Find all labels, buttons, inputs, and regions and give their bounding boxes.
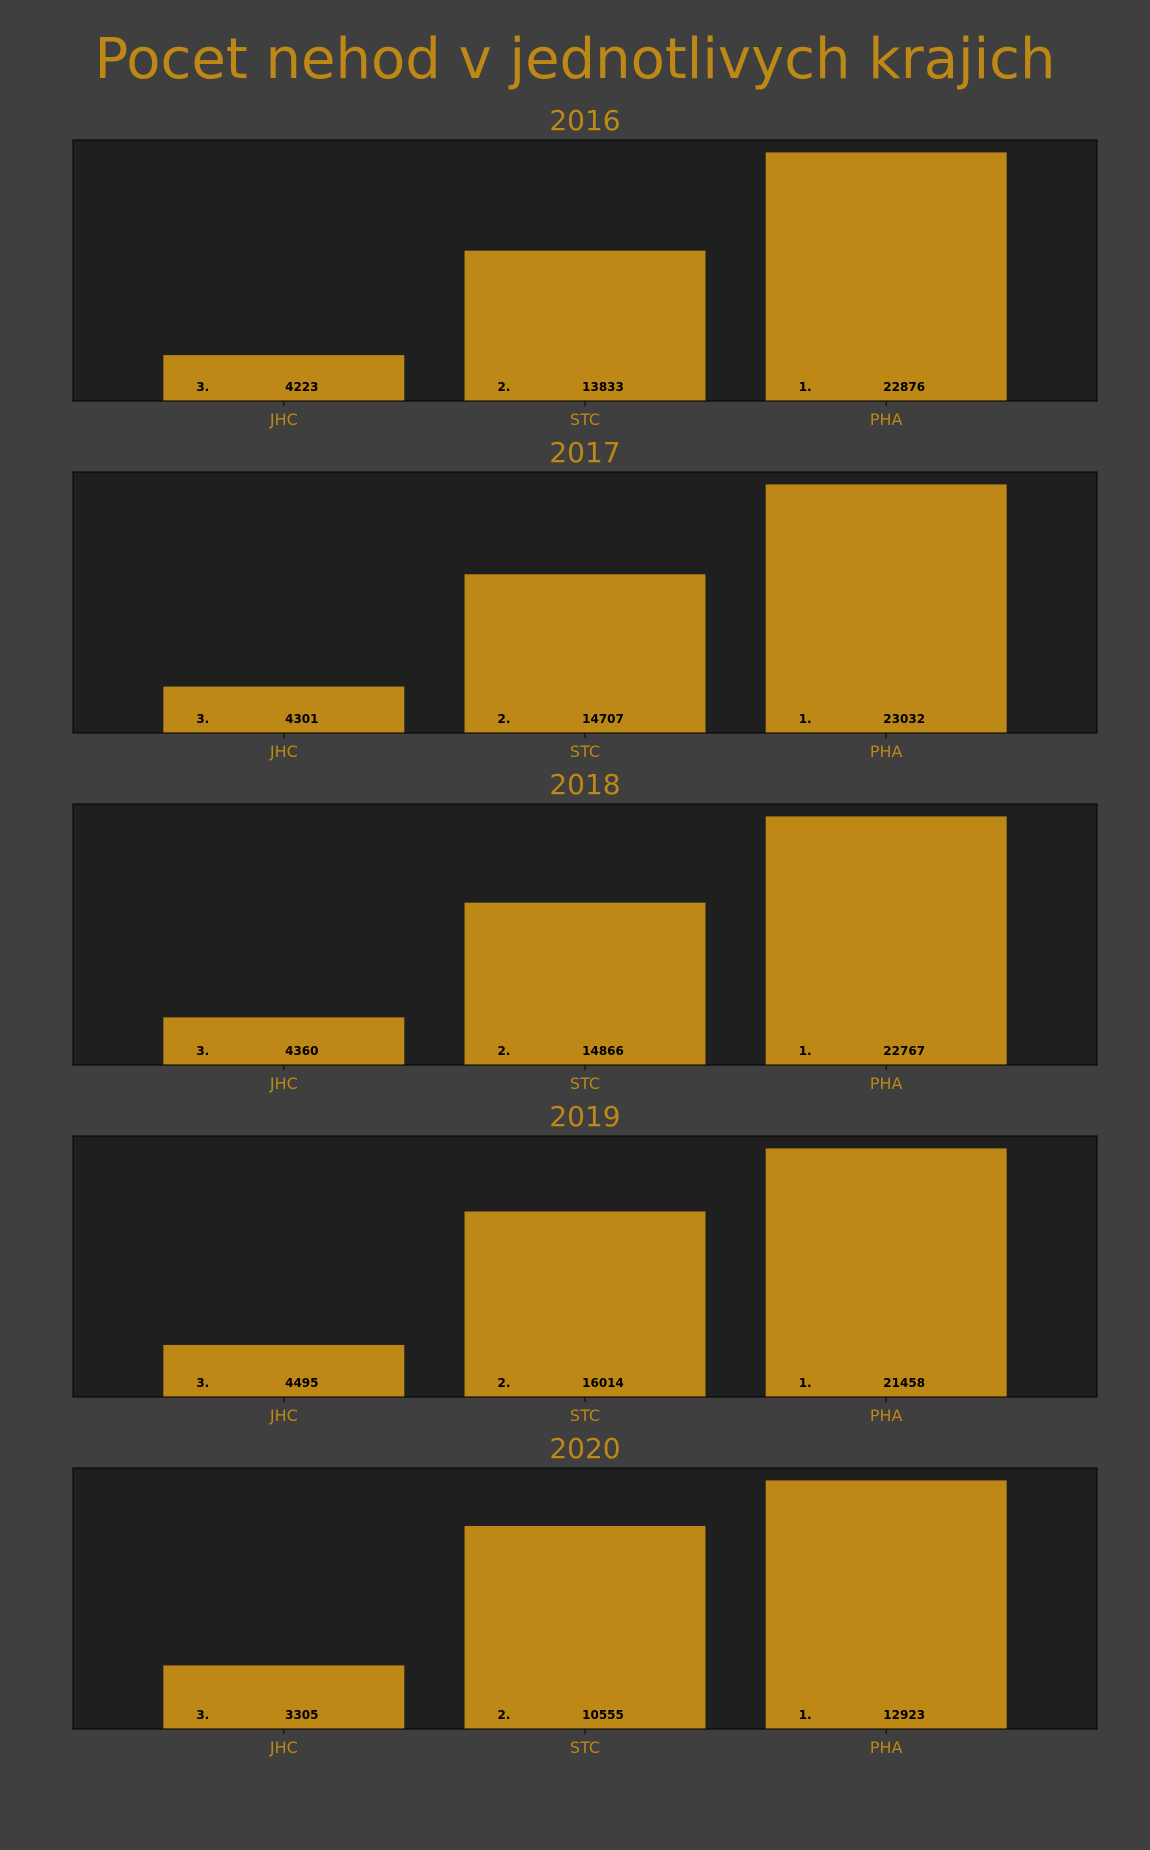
subplot-2017: 2017 3. 4301 JHC 2. 14707 STC 1. 23032 PHA: [0, 436, 1150, 768]
rank-label: 3.: [196, 1376, 209, 1390]
bar-stc: [464, 250, 706, 401]
value-label: 22876: [883, 380, 925, 394]
rank-label: 2.: [498, 1708, 511, 1722]
bar-chart-2017: 3. 4301 JHC 2. 14707 STC 1. 23032 PHA: [72, 471, 1098, 761]
subplot-2019: 2019 3. 4495 JHC 2. 16014 STC 1. 21458 PHA: [0, 1100, 1150, 1432]
value-label: 4360: [285, 1044, 318, 1058]
bar-stc: [464, 902, 706, 1065]
x-tick-label: JHC: [269, 742, 298, 761]
rank-label: 1.: [799, 1376, 812, 1390]
value-label: 21458: [883, 1376, 925, 1390]
x-tick-label: JHC: [269, 410, 298, 429]
bar-pha: [765, 1480, 1007, 1729]
value-label: 4301: [285, 712, 318, 726]
bar-chart-2016: 3. 4223 JHC 2. 13833 STC 1. 22876 PHA: [72, 139, 1098, 429]
rank-label: 2.: [498, 1044, 511, 1058]
value-label: 14866: [582, 1044, 624, 1058]
value-label: 4495: [285, 1376, 318, 1390]
x-tick-label: JHC: [269, 1738, 298, 1757]
x-tick-label: PHA: [870, 1738, 903, 1757]
x-tick-label: STC: [570, 742, 600, 761]
bar-stc: [464, 1211, 706, 1397]
bar-pha: [765, 152, 1007, 401]
rank-label: 1.: [799, 380, 812, 394]
subplot-2018: 2018 3. 4360 JHC 2. 14866 STC 1. 22767 PHA: [0, 768, 1150, 1100]
rank-label: 3.: [196, 712, 209, 726]
bar-chart-2019: 3. 4495 JHC 2. 16014 STC 1. 21458 PHA: [72, 1135, 1098, 1425]
bar-chart-2018: 3. 4360 JHC 2. 14866 STC 1. 22767 PHA: [72, 803, 1098, 1093]
value-label: 4223: [285, 380, 318, 394]
rank-label: 2.: [498, 712, 511, 726]
value-label: 22767: [883, 1044, 925, 1058]
value-label: 14707: [582, 712, 624, 726]
bar-jhc: [163, 686, 405, 733]
subplot-2016: 2016 3. 4223 JHC 2. 13833 STC 1. 22876 PHA: [0, 104, 1150, 436]
value-label: 13833: [582, 380, 624, 394]
value-label: 12923: [883, 1708, 925, 1722]
rank-label: 2.: [498, 1376, 511, 1390]
bar-pha: [765, 1148, 1007, 1397]
x-tick-label: STC: [570, 1738, 600, 1757]
bar-chart-2020: 3. 3305 JHC 2. 10555 STC 1. 12923 PHA: [72, 1467, 1098, 1757]
value-label: 10555: [582, 1708, 624, 1722]
rank-label: 2.: [498, 380, 511, 394]
value-label: 16014: [582, 1376, 624, 1390]
value-label: 23032: [883, 712, 925, 726]
bar-jhc: [163, 355, 405, 401]
rank-label: 1.: [799, 712, 812, 726]
bar-stc: [464, 1525, 706, 1729]
rank-label: 3.: [196, 380, 209, 394]
x-tick-label: PHA: [870, 742, 903, 761]
x-tick-label: STC: [570, 1074, 600, 1093]
subplot-2020: 2020 3. 3305 JHC 2. 10555 STC 1. 12923 PHA: [0, 1432, 1150, 1764]
bar-pha: [765, 484, 1007, 733]
rank-label: 1.: [799, 1708, 812, 1722]
x-tick-label: PHA: [870, 410, 903, 429]
rank-label: 3.: [196, 1044, 209, 1058]
x-tick-label: JHC: [269, 1074, 298, 1093]
bar-pha: [765, 816, 1007, 1065]
x-tick-label: PHA: [870, 1406, 903, 1425]
rank-label: 1.: [799, 1044, 812, 1058]
bar-stc: [464, 574, 706, 733]
x-tick-label: JHC: [269, 1406, 298, 1425]
rank-label: 3.: [196, 1708, 209, 1722]
x-tick-label: STC: [570, 410, 600, 429]
x-tick-label: PHA: [870, 1074, 903, 1093]
value-label: 3305: [285, 1708, 318, 1722]
chart-main-title: Pocet nehod v jednotlivych krajich: [94, 27, 1056, 92]
x-tick-label: STC: [570, 1406, 600, 1425]
